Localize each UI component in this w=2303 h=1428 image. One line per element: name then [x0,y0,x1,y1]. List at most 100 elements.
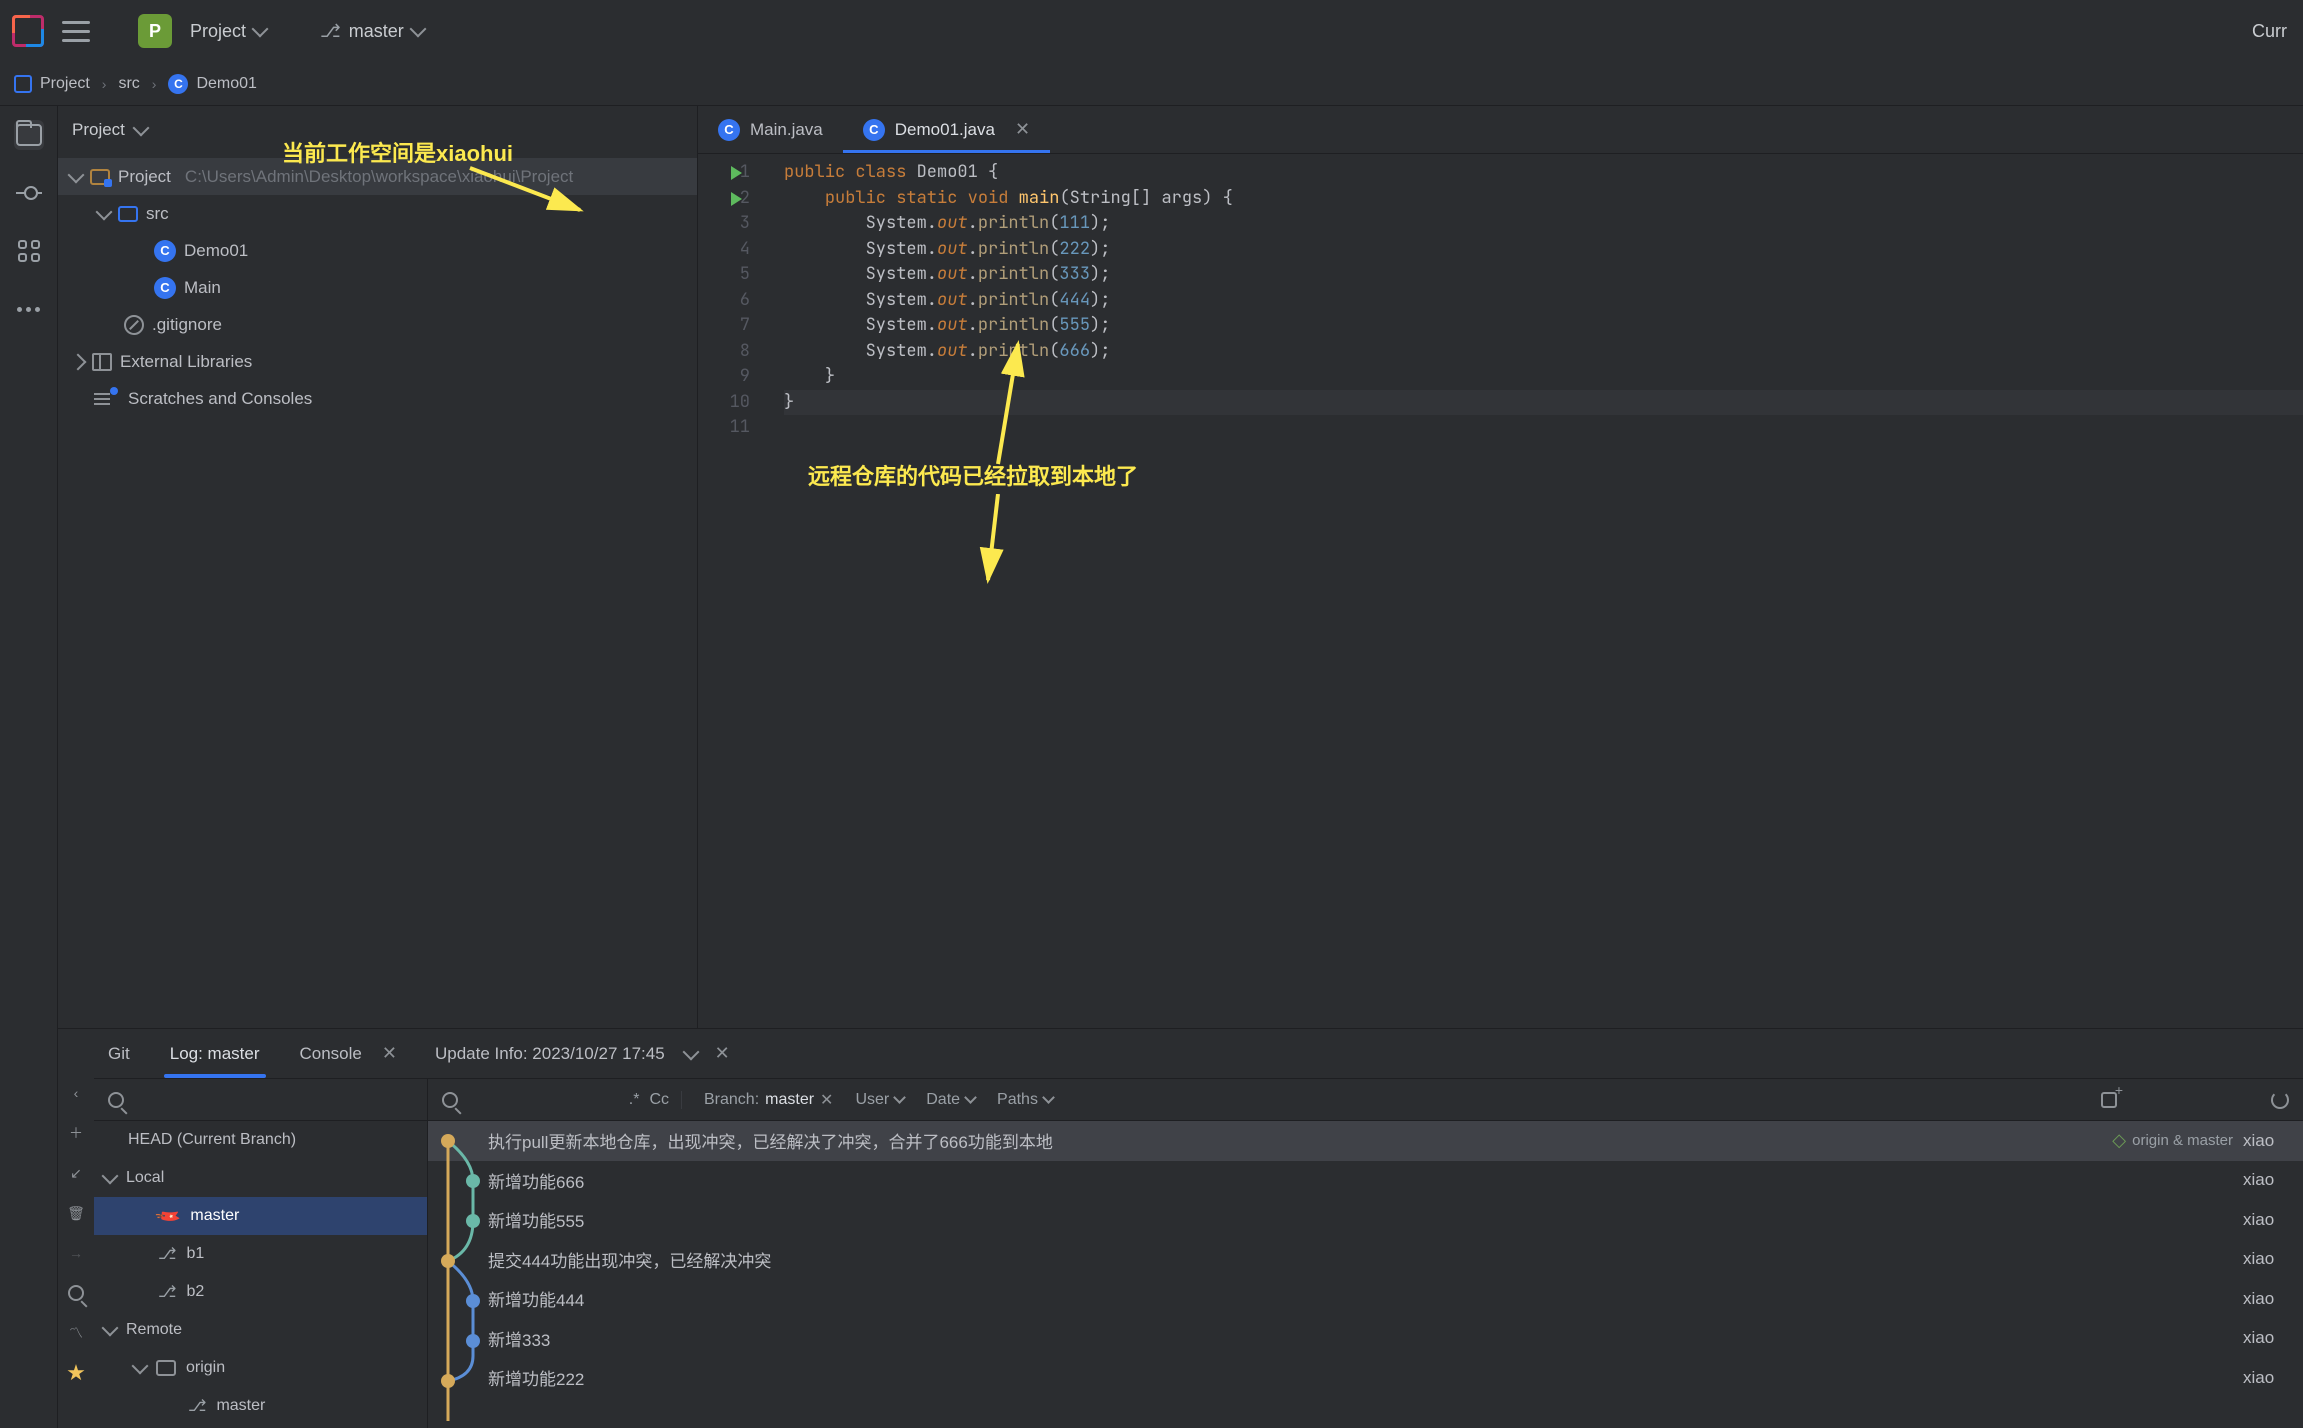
commit-row[interactable]: 新增功能666xiao [428,1161,2303,1201]
commit-refs: ◇origin & master [2112,1130,2233,1151]
class-icon: C [718,119,740,141]
class-icon: C [154,277,176,299]
ref-icon: ◇ [2112,1130,2126,1151]
class-icon: C [863,119,885,141]
gutter: 1234567891011 [698,160,784,1028]
tree-root[interactable]: Project C:\Users\Admin\Desktop\workspace… [58,158,697,195]
commit-row[interactable]: 新增功能222xiao [428,1358,2303,1398]
branch-row[interactable]: 🔖master [94,1197,427,1235]
breadcrumb-src[interactable]: src [118,75,139,93]
commit-search[interactable]: .* Cc [442,1091,682,1109]
chevron-down-icon[interactable] [682,1043,699,1060]
tree-file[interactable]: C Main [58,269,697,306]
add-icon[interactable]: ＋ [66,1123,86,1143]
case-toggle[interactable]: Cc [649,1091,669,1109]
tree-scratches[interactable]: Scratches and Consoles [58,380,697,417]
project-panel-header[interactable]: Project [58,106,697,154]
chevron-down-icon [132,120,149,137]
breadcrumb-file[interactable]: C Demo01 [168,74,256,94]
chevron-down-icon [964,1091,977,1104]
search-icon[interactable] [66,1283,86,1303]
close-icon[interactable]: ✕ [715,1043,730,1064]
project-badge: P [138,14,172,48]
commit-author: xiao [2243,1328,2303,1348]
titlebar-right-label: Curr [2252,21,2291,42]
tree-file[interactable]: C Demo01 [58,232,697,269]
star-icon[interactable]: ★ [66,1363,86,1383]
incoming-icon[interactable]: ↙ [66,1163,86,1183]
breadcrumb-project[interactable]: Project [14,75,90,93]
expand-icon[interactable] [102,1168,119,1185]
project-tool-button[interactable] [14,120,44,150]
back-icon[interactable]: ‹ [66,1083,86,1103]
structure-tool-button[interactable] [14,236,44,266]
vcs-branch-selector[interactable]: ⎇ master [320,21,424,42]
vcs-branch-label: master [349,21,404,42]
branch-icon: ⎇ [320,21,341,42]
commit-message: 新增功能444 [488,1286,2243,1311]
commit-author: xiao [2243,1289,2303,1309]
branch-row[interactable]: Local [94,1159,427,1197]
commit-row[interactable]: 执行pull更新本地仓库，出现冲突，已经解决了冲突，合并了666功能到本地 ◇or… [428,1121,2303,1161]
new-tab-icon[interactable] [2101,1092,2117,1108]
tree-ext-lib[interactable]: External Libraries [58,343,697,380]
forward-icon[interactable]: → [66,1243,86,1263]
filter-paths[interactable]: Paths [997,1091,1053,1109]
commit-message: 执行pull更新本地仓库，出现冲突，已经解决了冲突，合并了666功能到本地 [488,1128,2102,1153]
branch-row[interactable]: ⎇b1 [94,1235,427,1273]
titlebar: P Project ⎇ master Curr [0,0,2303,62]
git-tab-update[interactable]: Update Info: 2023/10/27 17:45 [433,1044,667,1064]
commit-row[interactable]: 提交444功能出现冲突，已经解决冲突xiao [428,1240,2303,1280]
close-icon[interactable]: ✕ [820,1090,833,1110]
filter-date[interactable]: Date [926,1091,975,1109]
expand-icon[interactable] [102,1320,119,1337]
more-tool-button[interactable] [14,294,44,324]
project-panel: Project 当前工作空间是xiaohui Project C:\Users\… [58,106,698,1028]
git-tab-git[interactable]: Git [106,1044,132,1064]
project-selector-label: Project [190,21,246,42]
git-tab-log[interactable]: Log: master [168,1044,262,1064]
commit-row[interactable]: 新增功能444xiao [428,1279,2303,1319]
tree-gitignore[interactable]: .gitignore [58,306,697,343]
main-menu-button[interactable] [62,21,90,42]
branch-search[interactable] [94,1079,427,1121]
branch-row[interactable]: Remote [94,1311,427,1349]
gitignore-icon [124,315,144,335]
filter-user[interactable]: User [855,1091,904,1109]
expand-icon[interactable] [96,203,113,220]
editor-tab[interactable]: CMain.java [698,106,843,153]
branch-row[interactable]: origin [94,1349,427,1387]
graph-icon[interactable]: 〽 [66,1323,86,1343]
editor-tab[interactable]: CDemo01.java✕ [843,106,1050,153]
editor: CMain.javaCDemo01.java✕ 1234567891011 pu… [698,106,2303,1028]
refresh-icon[interactable] [2271,1091,2289,1109]
commit-message: 新增功能666 [488,1168,2243,1193]
code-body[interactable]: public class Demo01 { public static void… [784,160,2303,1028]
branch-row[interactable]: ⎇b2 [94,1273,427,1311]
commit-author: xiao [2243,1368,2303,1388]
trash-icon[interactable]: 🗑 [66,1203,86,1223]
regex-toggle[interactable]: .* [629,1091,640,1109]
scratches-icon [94,393,110,405]
commit-tool-button[interactable] [14,178,44,208]
git-tab-console[interactable]: Console [298,1044,364,1064]
commit-row[interactable]: 新增功能555xiao [428,1200,2303,1240]
expand-icon[interactable] [68,166,85,183]
project-selector[interactable]: Project [190,21,266,42]
tree-src[interactable]: src [58,195,697,232]
commits-panel: .* Cc Branch: master ✕ User Date Paths [428,1079,2303,1428]
expand-icon[interactable] [132,1358,149,1375]
breadcrumb: Project › src › C Demo01 [0,62,2303,106]
close-icon[interactable]: ✕ [1015,119,1030,140]
commit-row[interactable]: 新增333xiao [428,1319,2303,1359]
search-icon [442,1092,458,1108]
expand-icon[interactable] [70,353,87,370]
code-area[interactable]: 1234567891011 public class Demo01 { publ… [698,154,2303,1028]
close-icon[interactable]: ✕ [382,1043,397,1064]
branch-row[interactable]: ⎇master [94,1387,427,1425]
tag-icon: 🔖 [154,1201,185,1232]
branch-row[interactable]: HEAD (Current Branch) [94,1121,427,1159]
commit-filters: .* Cc Branch: master ✕ User Date Paths [428,1079,2303,1121]
app-logo-icon[interactable] [12,15,44,47]
filter-branch[interactable]: Branch: master ✕ [704,1090,833,1110]
